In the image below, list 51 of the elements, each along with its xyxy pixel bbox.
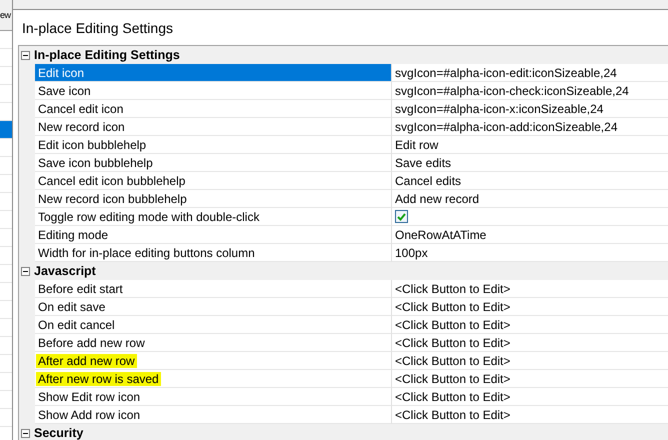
property-value[interactable]: Save edits: [395, 156, 452, 170]
property-name[interactable]: On edit cancel: [35, 316, 392, 334]
property-name[interactable]: Before add new row: [35, 334, 392, 352]
category-header[interactable]: Javascript: [34, 264, 96, 278]
property-name[interactable]: New record icon: [35, 118, 392, 136]
property-label: Toggle row editing mode with double-click: [37, 210, 260, 224]
property-value[interactable]: 100px: [395, 246, 428, 260]
category-header[interactable]: In-place Editing Settings: [34, 48, 180, 62]
property-label: Cancel edit icon: [37, 102, 124, 116]
property-label: Show Add row icon: [37, 408, 142, 422]
property-label: Editing mode: [37, 228, 110, 242]
property-label: Save icon bubblehelp: [37, 156, 154, 170]
property-value[interactable]: Cancel edits: [395, 174, 462, 188]
property-name[interactable]: On edit save: [35, 298, 392, 316]
property-name[interactable]: Edit icon bubblehelp: [35, 136, 392, 154]
category-header[interactable]: Security: [34, 426, 84, 440]
property-name[interactable]: Show Add row icon: [35, 406, 392, 424]
collapse-icon[interactable]: [21, 266, 30, 276]
property-label: Edit icon: [37, 66, 86, 80]
property-label: Save icon: [37, 84, 92, 98]
property-label: Before edit start: [37, 282, 124, 296]
window-title: In-place Editing Settings: [22, 20, 173, 36]
property-name[interactable]: New record icon bubblehelp: [35, 190, 392, 208]
background-tab[interactable]: ew: [0, 0, 12, 31]
property-name[interactable]: Save icon bubblehelp: [35, 154, 392, 172]
highlighted-text: After new row is saved: [36, 372, 161, 386]
property-name[interactable]: Editing mode: [35, 226, 392, 244]
collapse-icon[interactable]: [21, 428, 30, 438]
property-name[interactable]: Show Edit row icon: [35, 388, 392, 406]
property-name[interactable]: Save icon: [35, 82, 392, 100]
checkbox[interactable]: [395, 210, 408, 223]
property-name[interactable]: Edit icon: [35, 64, 392, 82]
property-label: Edit icon bubblehelp: [37, 138, 148, 152]
property-label: Cancel edit icon bubblehelp: [37, 174, 186, 188]
property-label: New record icon: [37, 120, 126, 134]
property-name[interactable]: After add new row: [35, 352, 392, 370]
property-label: Before add new row: [37, 336, 146, 350]
property-name[interactable]: After new row is saved: [35, 370, 392, 388]
property-name[interactable]: Cancel edit icon bubblehelp: [35, 172, 392, 190]
property-name[interactable]: Before edit start: [35, 280, 392, 298]
property-name[interactable]: Toggle row editing mode with double-click: [35, 208, 392, 226]
property-label: On edit save: [37, 300, 106, 314]
property-label: Show Edit row icon: [37, 390, 142, 404]
highlighted-text: After add new row: [36, 354, 137, 368]
property-label: Width for in-place editing buttons column: [37, 246, 256, 260]
property-name[interactable]: Width for in-place editing buttons column: [35, 244, 392, 262]
property-value[interactable]: Edit row: [395, 138, 438, 152]
collapse-icon[interactable]: [21, 50, 30, 60]
property-label: On edit cancel: [37, 318, 116, 332]
property-label: New record icon bubblehelp: [37, 192, 188, 206]
property-name[interactable]: Cancel edit icon: [35, 100, 392, 118]
